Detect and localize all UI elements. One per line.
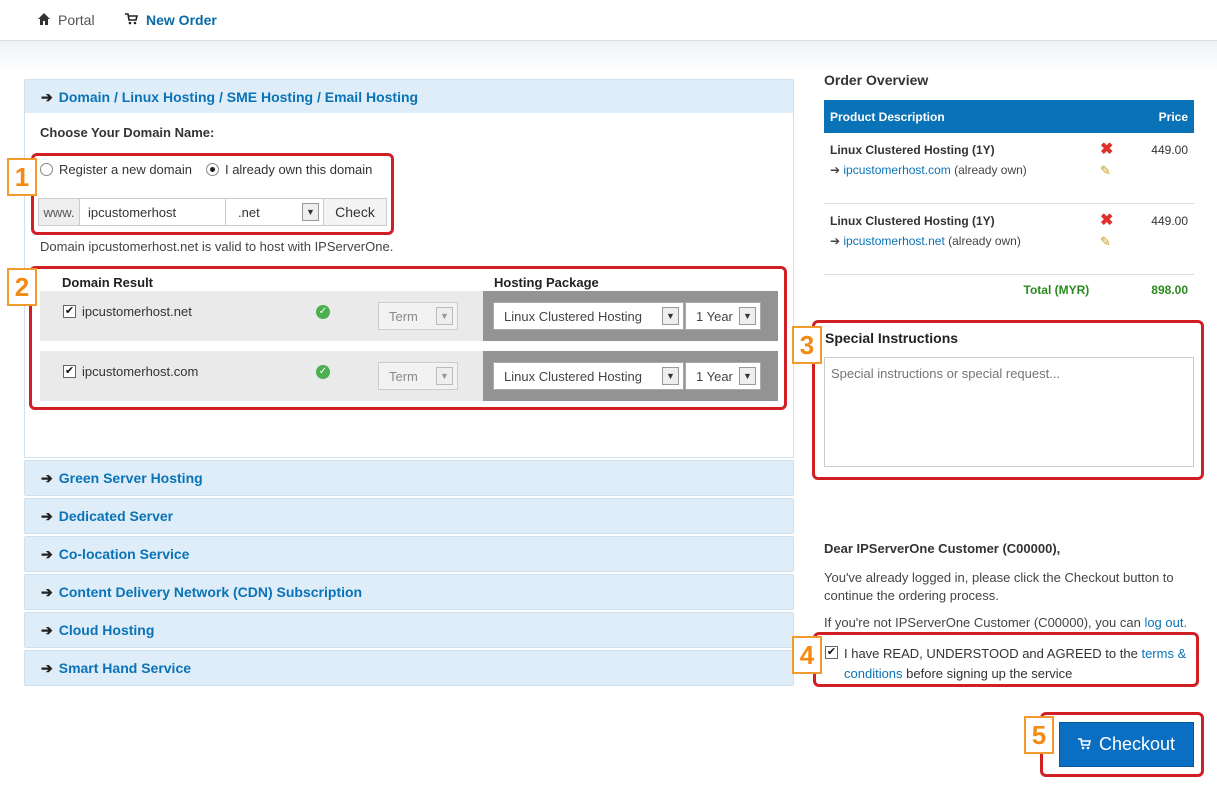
section-title: Dedicated Server [58, 508, 174, 524]
callout-box-4 [813, 632, 1199, 687]
product-domain-note: (already own) [948, 234, 1021, 248]
section-header[interactable]: ➔ Smart Hand Service [25, 651, 793, 685]
section-title: Content Delivery Network (CDN) Subscript… [58, 584, 363, 600]
arrow-right-icon: ➔ [41, 507, 53, 524]
choose-domain-heading: Choose Your Domain Name: [40, 125, 215, 140]
top-nav: Portal New Order [0, 0, 1217, 41]
order-overview-title: Order Overview [824, 72, 929, 88]
edit-icon[interactable]: ✎ [1100, 234, 1111, 250]
arrow-right-icon: ➔ [41, 469, 53, 486]
not-customer-text: If you're not IPServerOne Customer (C000… [824, 615, 1141, 630]
callout-box-1 [31, 153, 394, 235]
callout-badge-2: 2 [7, 268, 37, 306]
section-co-location-service[interactable]: ➔ Co-location Service [24, 536, 794, 572]
col-product-description: Product Description [830, 109, 945, 124]
section-domain-linux-hosting[interactable]: ➔ Domain / Linux Hosting / SME Hosting /… [24, 79, 794, 115]
section-cloud-hosting[interactable]: ➔ Cloud Hosting [24, 612, 794, 648]
order-table-header: Product Description Price [824, 100, 1194, 133]
arrow-right-icon: ➔ [41, 621, 53, 638]
callout-badge-3: 3 [792, 326, 822, 364]
header-band [0, 41, 1217, 73]
nav-new-order-label: New Order [146, 12, 217, 28]
arrow-right-icon: ➔ [41, 659, 53, 676]
product-name: Linux Clustered Hosting (1Y) [830, 143, 995, 157]
product-domain-name: ipcustomerhost.com [843, 163, 951, 177]
order-item: Linux Clustered Hosting (1Y) ➔ ipcustome… [824, 204, 1194, 275]
callout-badge-4: 4 [792, 636, 822, 674]
section-title: Green Server Hosting [58, 470, 203, 486]
section-title: Co-location Service [58, 546, 190, 562]
not-customer-message: If you're not IPServerOne Customer (C000… [824, 615, 1187, 630]
product-price: 449.00 [1151, 214, 1188, 228]
delete-icon[interactable]: ✖ [1100, 210, 1113, 230]
edit-icon[interactable]: ✎ [1100, 163, 1111, 179]
product-domain: ➔ ipcustomerhost.com (already own) [830, 163, 1027, 177]
nav-portal-label: Portal [58, 12, 95, 28]
nav-portal[interactable]: Portal [38, 12, 95, 28]
section-header[interactable]: ➔ Green Server Hosting [25, 461, 793, 495]
total-label: Total (MYR) [1023, 283, 1090, 297]
section-header[interactable]: ➔ Domain / Linux Hosting / SME Hosting /… [25, 80, 793, 114]
cart-icon [125, 12, 139, 28]
product-name: Linux Clustered Hosting (1Y) [830, 214, 995, 228]
order-total-row: Total (MYR) 898.00 [824, 275, 1194, 305]
col-price: Price [1158, 109, 1188, 124]
arrow-right-icon: ➔ [41, 583, 53, 600]
section-cdn-subscription[interactable]: ➔ Content Delivery Network (CDN) Subscri… [24, 574, 794, 610]
total-value: 898.00 [1151, 283, 1188, 297]
section-green-server-hosting[interactable]: ➔ Green Server Hosting [24, 460, 794, 496]
product-domain-note: (already own) [954, 163, 1027, 177]
arrow-right-icon: ➔ [41, 88, 53, 105]
product-domain-name: ipcustomerhost.net [843, 234, 945, 248]
product-domain: ➔ ipcustomerhost.net (already own) [830, 234, 1021, 248]
home-icon [38, 12, 50, 28]
section-title: Cloud Hosting [58, 622, 155, 638]
callout-box-3 [812, 320, 1204, 480]
nav-new-order[interactable]: New Order [125, 12, 217, 28]
section-title: Domain / Linux Hosting / SME Hosting / E… [58, 89, 419, 105]
delete-icon[interactable]: ✖ [1100, 139, 1113, 159]
product-price: 449.00 [1151, 143, 1188, 157]
callout-box-2 [29, 266, 787, 410]
arrow-right-icon: ➔ [41, 545, 53, 562]
logged-in-message: You've already logged in, please click t… [824, 570, 1174, 603]
section-dedicated-server[interactable]: ➔ Dedicated Server [24, 498, 794, 534]
section-header[interactable]: ➔ Cloud Hosting [25, 613, 793, 647]
callout-box-5 [1040, 712, 1204, 777]
order-overview-table: Product Description Price Linux Clustere… [824, 100, 1194, 305]
section-smart-hand-service[interactable]: ➔ Smart Hand Service [24, 650, 794, 686]
section-header[interactable]: ➔ Co-location Service [25, 537, 793, 571]
logout-link[interactable]: log out. [1144, 615, 1187, 630]
domain-valid-message: Domain ipcustomerhost.net is valid to ho… [40, 239, 394, 254]
section-title: Smart Hand Service [58, 660, 192, 676]
order-item: Linux Clustered Hosting (1Y) ➔ ipcustome… [824, 133, 1194, 204]
customer-greeting: Dear IPServerOne Customer (C00000), [824, 541, 1061, 556]
section-header[interactable]: ➔ Content Delivery Network (CDN) Subscri… [25, 575, 793, 609]
callout-badge-5: 5 [1024, 716, 1054, 754]
callout-badge-1: 1 [7, 158, 37, 196]
section-header[interactable]: ➔ Dedicated Server [25, 499, 793, 533]
